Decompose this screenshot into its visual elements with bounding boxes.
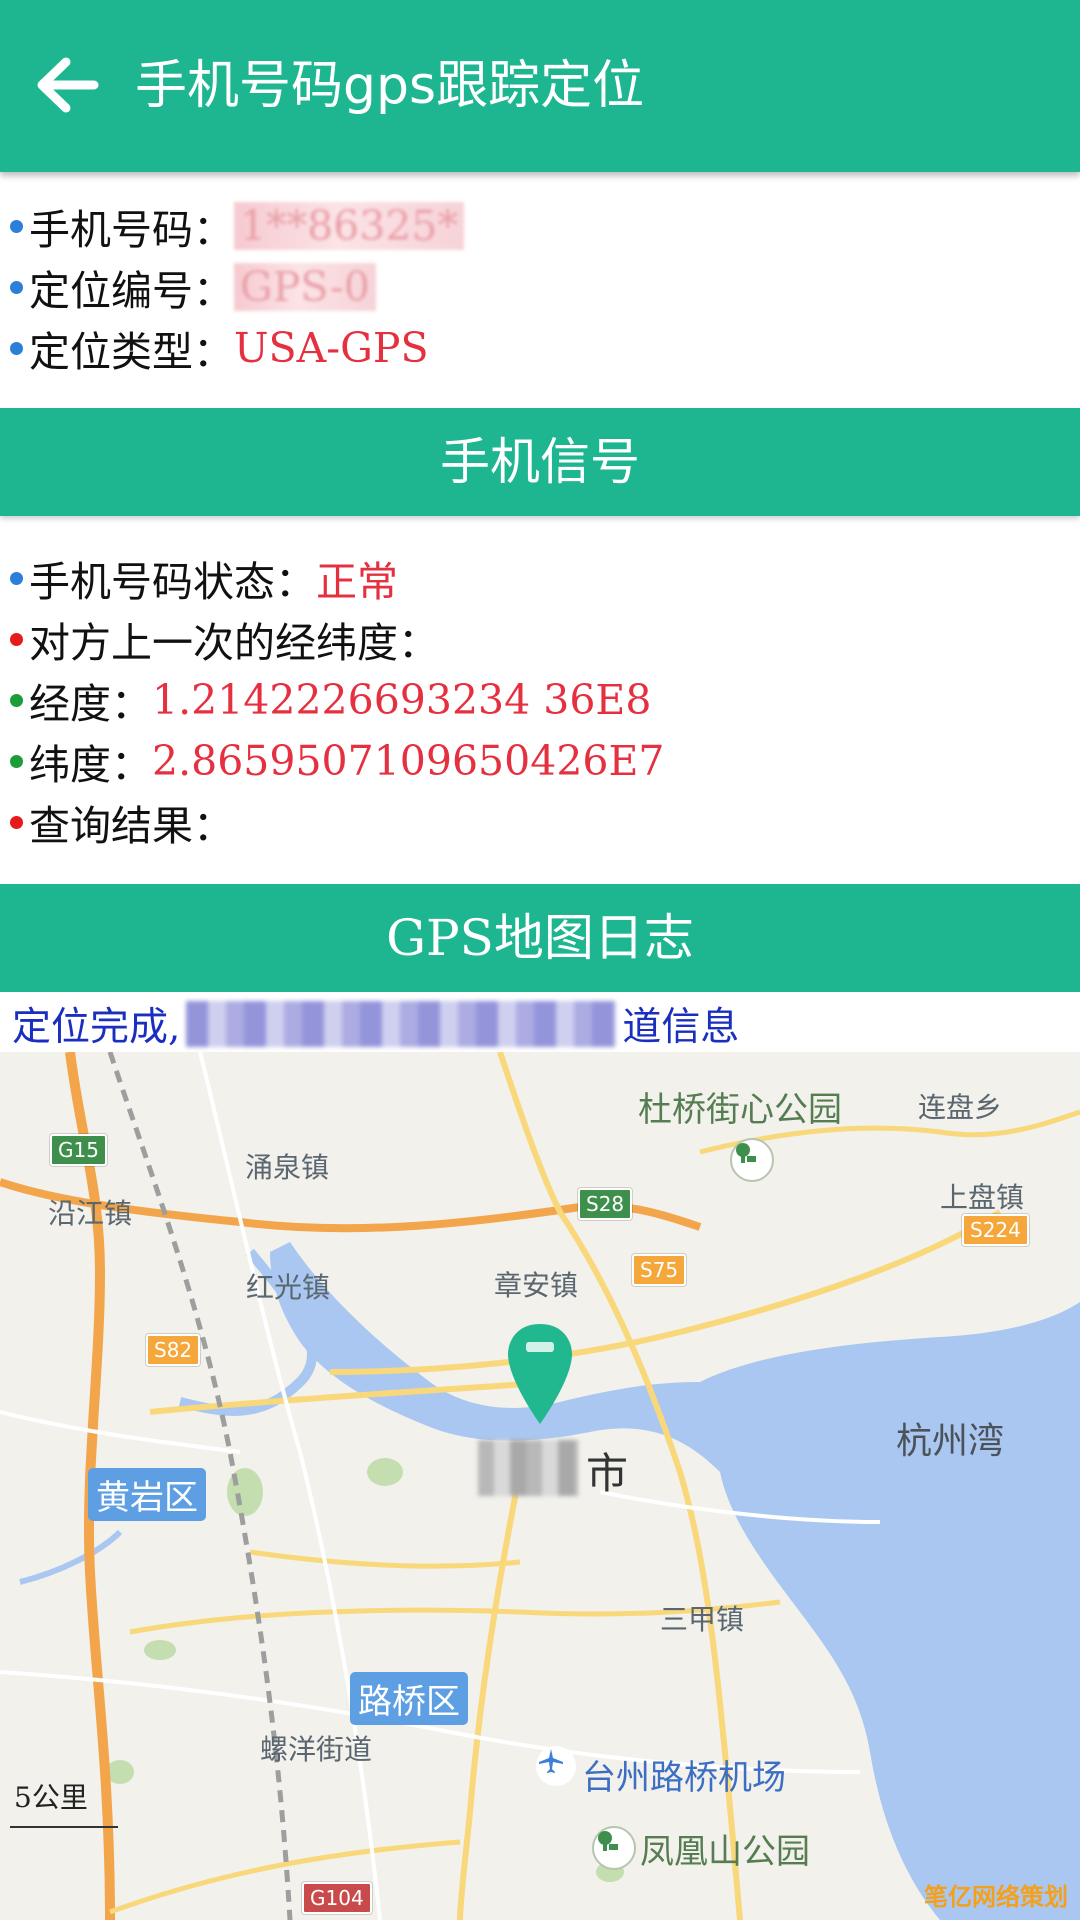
- latitude-row: 纬度： 2.8659507109650426E7: [10, 731, 665, 791]
- bullet-dot: [10, 754, 23, 768]
- longitude-value: 1.2142226693234 36E8: [152, 676, 652, 724]
- bullet-dot: [10, 280, 23, 294]
- locate-id-value: GPS-0: [234, 263, 376, 311]
- bullet-dot: [10, 219, 23, 233]
- hongguang-label: 红光镇: [246, 1271, 331, 1304]
- lianpan-label: 连盘乡: [918, 1091, 1003, 1124]
- district-huangyan[interactable]: 黄岩区: [88, 1468, 206, 1521]
- app-bar: 手机号码gps跟踪定位: [0, 0, 1080, 172]
- fenghuang-park-label: 凤凰山公园: [640, 1832, 810, 1872]
- airplane-icon[interactable]: [536, 1746, 576, 1786]
- signal-section-header: 手机信号: [0, 408, 1080, 516]
- city-suffix-label: 市: [586, 1449, 629, 1498]
- phone-status-value: 正常: [316, 558, 398, 606]
- shangpan-label: 上盘镇: [940, 1181, 1025, 1214]
- redacted-city-name: [478, 1440, 578, 1496]
- phone-status-label: 手机号码状态：: [29, 558, 316, 606]
- locate-id-label: 定位编号：: [29, 267, 234, 315]
- map-view[interactable]: 杜桥街心公园 连盘乡 涌泉镇 上盘镇 沿江镇 红光镇 章安镇 杭州湾 市 三甲镇…: [0, 1052, 1080, 1920]
- locate-status-prefix: 定位完成,: [12, 1005, 181, 1050]
- route-shield-s82: S82: [146, 1334, 201, 1366]
- route-shield-s28: S28: [578, 1188, 633, 1220]
- latitude-value: 2.8659507109650426E7: [152, 737, 665, 785]
- bullet-dot: [10, 341, 23, 355]
- watermark: 笔亿网络策划: [924, 1883, 1068, 1911]
- locate-status-suffix: 道信息: [622, 1005, 740, 1050]
- last-coordinate-label: 对方上一次的经纬度：: [29, 619, 439, 667]
- locate-type-value: USA-GPS: [234, 324, 429, 372]
- zhangan-label: 章安镇: [494, 1269, 579, 1302]
- airport-label: 台州路桥机场: [582, 1758, 786, 1798]
- hangzhou-bay-label: 杭州湾: [896, 1421, 1005, 1462]
- locate-status-line: 定位完成, 道信息: [12, 996, 739, 1052]
- bullet-dot: [10, 632, 23, 646]
- phone-number-value: 1**86325*: [234, 202, 465, 250]
- locate-id-row: 定位编号： GPS-0: [10, 257, 376, 317]
- locate-type-row: 定位类型： USA-GPS: [10, 318, 429, 378]
- back-button[interactable]: [22, 40, 112, 130]
- last-coordinate-row: 对方上一次的经纬度：: [10, 609, 439, 669]
- luoyang-label: 螺洋街道: [260, 1733, 373, 1766]
- route-shield-s75: S75: [632, 1254, 687, 1286]
- redacted-address: [186, 1001, 617, 1047]
- park-icon[interactable]: [730, 1138, 774, 1182]
- route-shield-g15: G15: [50, 1134, 107, 1166]
- phone-status-row: 手机号码状态： 正常: [10, 548, 398, 608]
- bullet-dot: [10, 693, 23, 707]
- arrow-left-icon: [37, 57, 99, 113]
- map-scale-bar: [10, 1826, 118, 1828]
- yongquan-label: 涌泉镇: [245, 1151, 330, 1184]
- longitude-label: 经度：: [29, 680, 152, 728]
- duqiao-park-label: 杜桥街心公园: [638, 1090, 842, 1130]
- phone-number-label: 手机号码：: [29, 206, 234, 254]
- map-log-section-header: GPS地图日志: [0, 884, 1080, 992]
- bullet-dot: [10, 571, 23, 585]
- sanjia-label: 三甲镇: [660, 1603, 745, 1636]
- map-scale-label: 5公里: [14, 1781, 88, 1814]
- district-luqiao[interactable]: 路桥区: [350, 1672, 468, 1725]
- phone-number-row: 手机号码： 1**86325*: [10, 196, 465, 256]
- longitude-row: 经度： 1.2142226693234 36E8: [10, 670, 651, 730]
- locate-type-label: 定位类型：: [29, 328, 234, 376]
- route-shield-g104: G104: [302, 1882, 372, 1914]
- route-shield-s224: S224: [962, 1214, 1029, 1246]
- park-icon[interactable]: [592, 1826, 636, 1870]
- page-title: 手机号码gps跟踪定位: [135, 56, 645, 116]
- bullet-dot: [10, 815, 23, 829]
- yanjiang-label: 沿江镇: [48, 1197, 133, 1230]
- latitude-label: 纬度：: [29, 741, 152, 789]
- query-result-label: 查询结果：: [29, 802, 234, 850]
- query-result-row: 查询结果：: [10, 792, 234, 852]
